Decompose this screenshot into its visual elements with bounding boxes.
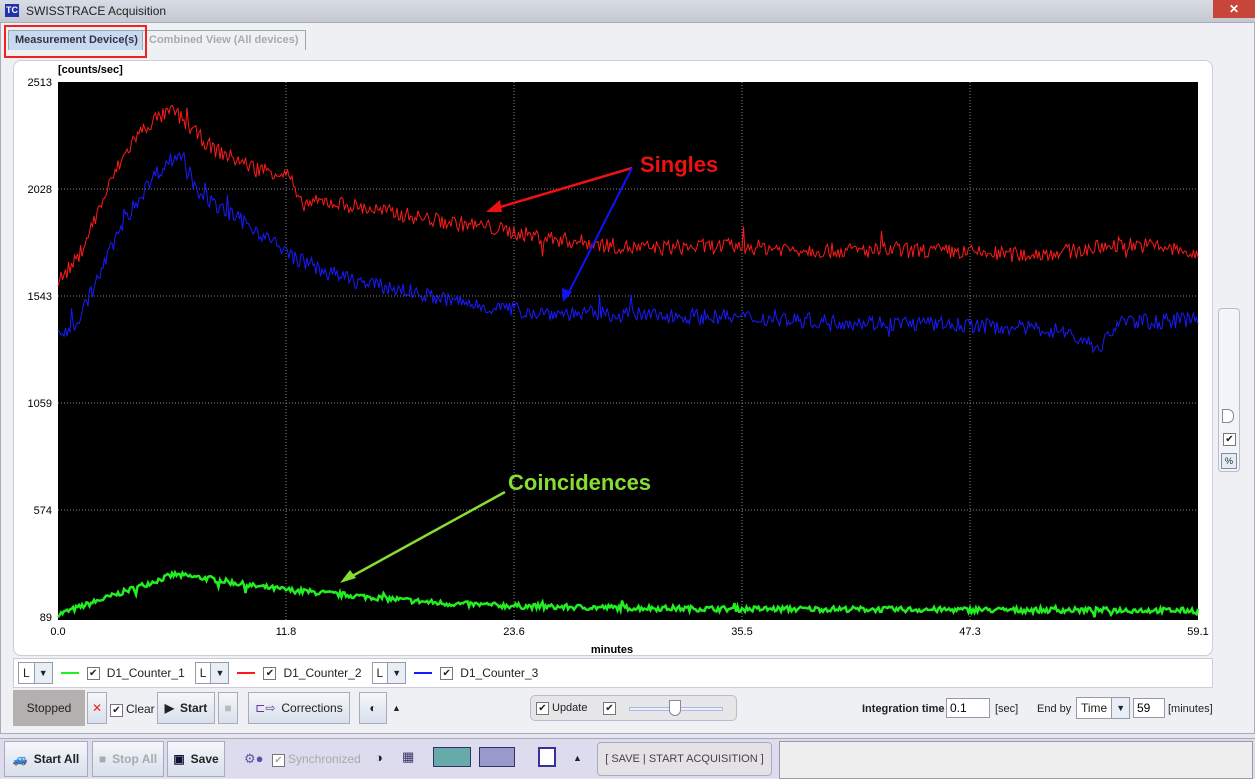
- synchronized-label: Synchronized: [288, 752, 361, 766]
- series-label: D1_Counter_2: [283, 666, 362, 680]
- link-icon: ⚙●: [244, 751, 264, 766]
- series-swatch: [237, 672, 256, 674]
- start-all-button[interactable]: 🚙 Start All: [4, 741, 88, 777]
- chevron-down-icon: ▼: [387, 663, 406, 683]
- series-checkbox[interactable]: ✔: [86, 666, 100, 680]
- chevron-down-icon: ▼: [1111, 698, 1130, 718]
- floppy-icon: ▣: [173, 752, 185, 766]
- synchronized-checkbox[interactable]: ✔: [272, 754, 285, 767]
- slider-enable-checkbox[interactable]: ✔: [603, 702, 616, 715]
- x-axis-label: minutes: [591, 644, 633, 656]
- layout-icon[interactable]: [538, 747, 556, 767]
- x-tick-label: 11.8: [276, 626, 297, 638]
- series-label: D1_Counter_1: [106, 666, 185, 680]
- slider-thumb[interactable]: [1222, 409, 1234, 423]
- percent-button[interactable]: %: [1221, 453, 1237, 469]
- x-tick-label: 35.5: [731, 626, 752, 638]
- update-slider-thumb[interactable]: [669, 700, 681, 716]
- end-value-input[interactable]: [1133, 698, 1165, 718]
- endby-select[interactable]: Time ▼: [1076, 697, 1131, 719]
- contrast-button[interactable]: ◐: [359, 692, 387, 724]
- update-label: Update: [552, 702, 588, 714]
- update-checkbox[interactable]: ✔: [536, 702, 549, 715]
- x-tick-label: 23.6: [503, 626, 524, 638]
- axis-select[interactable]: L ▼: [371, 662, 407, 684]
- expand-icon[interactable]: ▲: [392, 703, 401, 713]
- svg-text:Coincidences: Coincidences: [508, 470, 651, 495]
- y-tick-label: 574: [34, 505, 52, 517]
- axis-select[interactable]: L ▼: [194, 662, 230, 684]
- message-area: [779, 741, 1253, 779]
- chevron-down-icon: ▼: [33, 663, 52, 683]
- integration-time-input[interactable]: [946, 698, 990, 718]
- corrections-button[interactable]: ⊏⇨ Corrections: [248, 692, 350, 724]
- y-tick-label: 2513: [28, 77, 52, 89]
- slider-checkbox[interactable]: ✔: [1223, 433, 1236, 446]
- save-button[interactable]: ▣ Save: [167, 741, 225, 777]
- play-icon: ▶: [164, 701, 174, 715]
- vehicle-icon: 🚙: [12, 752, 28, 766]
- x-tick-label: 59.1: [1187, 626, 1208, 638]
- integration-unit: [sec]: [995, 703, 1019, 715]
- tool-icon-1[interactable]: ◑: [375, 750, 383, 765]
- update-group: ✔ Update ✔: [530, 695, 737, 721]
- save-start-acquisition-button[interactable]: [ SAVE | START ACQUISITION ]: [597, 742, 772, 776]
- end-unit: [minutes]: [1168, 703, 1213, 715]
- x-tick-label: 0.0: [50, 626, 65, 638]
- chevron-down-icon: ▼: [210, 663, 229, 683]
- endby-label: End by: [1037, 703, 1072, 715]
- start-button[interactable]: ▶ Start: [157, 692, 215, 724]
- axis-select[interactable]: L ▼: [18, 662, 53, 684]
- series-checkbox[interactable]: ✔: [263, 666, 277, 680]
- network-icon[interactable]: [479, 747, 515, 767]
- zoom-slider[interactable]: ✔ %: [1218, 308, 1240, 472]
- y-tick-label: 1059: [28, 398, 52, 410]
- y-axis-label: [counts/sec]: [58, 64, 123, 76]
- clear-label: Clear: [126, 702, 155, 716]
- series-swatch: [60, 672, 79, 674]
- clear-x-button[interactable]: ✕: [87, 692, 107, 724]
- clear-checkbox[interactable]: ✔: [110, 704, 123, 717]
- legend-bar: L ▼ ✔ D1_Counter_1 L ▼ ✔ D1_Counter_2 L ▼ ✔ D…: [13, 658, 1213, 688]
- stop-all-button[interactable]: ■ Stop All: [92, 741, 164, 777]
- calculator-icon[interactable]: ▦: [402, 749, 414, 765]
- integration-label: Integration time: [862, 703, 945, 715]
- svg-text:Singles: Singles: [640, 152, 718, 177]
- corrections-icon: ⊏⇨: [255, 701, 276, 715]
- stop-button[interactable]: ■: [218, 692, 238, 724]
- chart[interactable]: [counts/sec] 0.0 11.8 23.6 35.5 47.3 59.1 89 57…: [0, 0, 1255, 660]
- series-label: D1_Counter_3: [460, 666, 539, 680]
- series-checkbox[interactable]: ✔: [440, 666, 454, 680]
- status-indicator: Stopped: [13, 690, 85, 726]
- x-tick-label: 47.3: [959, 626, 980, 638]
- expand-icon[interactable]: ▲: [573, 753, 582, 763]
- series-swatch: [414, 672, 433, 674]
- y-tick-label: 2028: [28, 184, 52, 196]
- plot-area: [58, 82, 1198, 620]
- bottom-toolbar: 🚙 Start All ■ Stop All ▣ Save ⚙● ✔ Synchroni…: [0, 738, 1255, 779]
- y-tick-label: 1543: [28, 291, 52, 303]
- y-tick-label: 89: [40, 612, 52, 624]
- export-icon[interactable]: [433, 747, 471, 767]
